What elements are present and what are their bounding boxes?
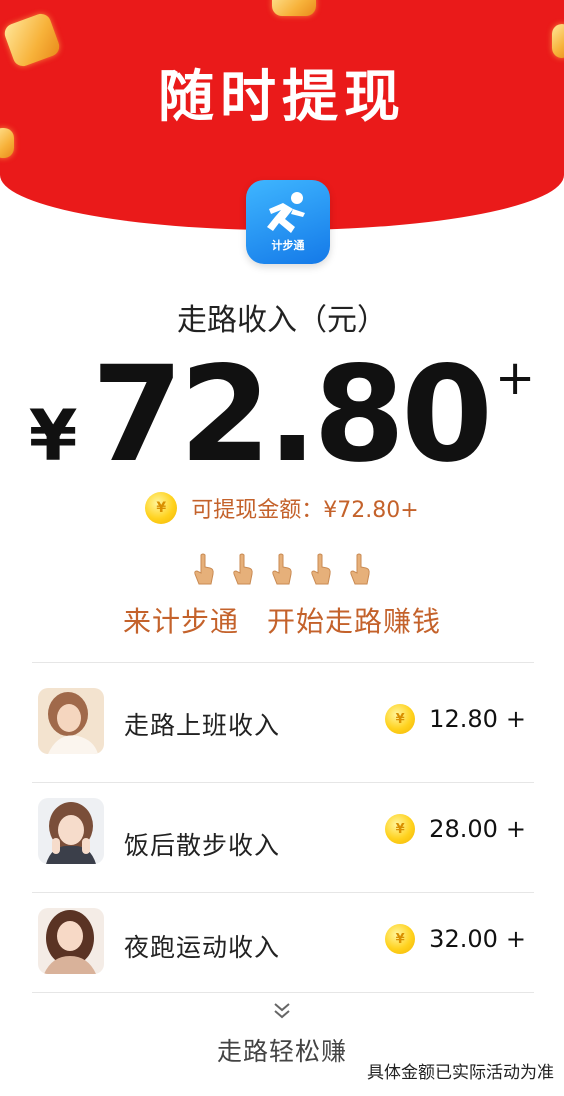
call-to-action[interactable]: 来计步通 开始走路赚钱 bbox=[0, 600, 564, 640]
pointing-hand-icon bbox=[311, 553, 331, 585]
divider bbox=[32, 662, 534, 663]
amount-plus: + bbox=[495, 350, 536, 406]
divider bbox=[32, 992, 534, 993]
avatar bbox=[38, 688, 104, 754]
pointing-hands bbox=[0, 553, 564, 587]
row-plus: + bbox=[505, 815, 526, 843]
row-plus: + bbox=[505, 925, 526, 953]
currency-symbol: ¥ bbox=[28, 395, 78, 477]
cta-left-text: 来计步通 bbox=[122, 605, 239, 638]
pointing-hand-icon bbox=[350, 553, 370, 585]
disclaimer: 具体金额已实际活动为准 bbox=[367, 1063, 554, 1083]
income-row: 夜跑运动收入 ¥ 32.00 + bbox=[0, 902, 564, 982]
pointing-hand-icon bbox=[233, 553, 253, 585]
pointing-hand-icon bbox=[194, 553, 214, 585]
divider bbox=[32, 782, 534, 783]
row-amount: 32.00 bbox=[429, 925, 498, 953]
row-label: 走路上班收入 bbox=[124, 711, 281, 740]
app-logo-label: 计步通 bbox=[271, 239, 305, 252]
gold-coin-decoration bbox=[272, 0, 316, 16]
row-plus: + bbox=[505, 705, 526, 733]
row-value: ¥ 32.00 + bbox=[385, 924, 526, 954]
divider bbox=[32, 892, 534, 893]
row-value: ¥ 12.80 + bbox=[385, 704, 526, 734]
double-chevron-down-icon[interactable] bbox=[272, 1002, 292, 1020]
withdraw-text: 可提现金额：¥72.80+ bbox=[191, 498, 419, 523]
income-amount: ¥ 72.80 + bbox=[0, 340, 564, 490]
income-label: 走路收入（元） bbox=[177, 303, 387, 338]
coin-icon: ¥ bbox=[385, 704, 416, 734]
income-row: 走路上班收入 ¥ 12.80 + bbox=[0, 682, 564, 762]
amount-value: 72.80 bbox=[91, 338, 493, 492]
row-label: 夜跑运动收入 bbox=[124, 933, 281, 962]
row-amount: 12.80 bbox=[429, 705, 498, 733]
withdraw-info: ¥ 可提现金额：¥72.80+ bbox=[0, 492, 564, 524]
avatar bbox=[38, 908, 104, 974]
row-value: ¥ 28.00 + bbox=[385, 814, 526, 844]
coin-icon: ¥ bbox=[385, 924, 416, 954]
app-logo: 计步通 bbox=[246, 180, 330, 264]
page-title: 随时提现 bbox=[158, 65, 406, 130]
cta-right-text: 开始走路赚钱 bbox=[267, 605, 442, 638]
row-label: 饭后散步收入 bbox=[124, 831, 281, 860]
coin-icon: ¥ bbox=[385, 814, 416, 844]
pointing-hand-icon bbox=[272, 553, 292, 585]
runner-icon bbox=[267, 192, 305, 233]
coin-icon: ¥ bbox=[145, 492, 178, 524]
avatar bbox=[38, 798, 104, 864]
income-row: 饭后散步收入 ¥ 28.00 + bbox=[0, 792, 564, 872]
row-amount: 28.00 bbox=[429, 815, 498, 843]
